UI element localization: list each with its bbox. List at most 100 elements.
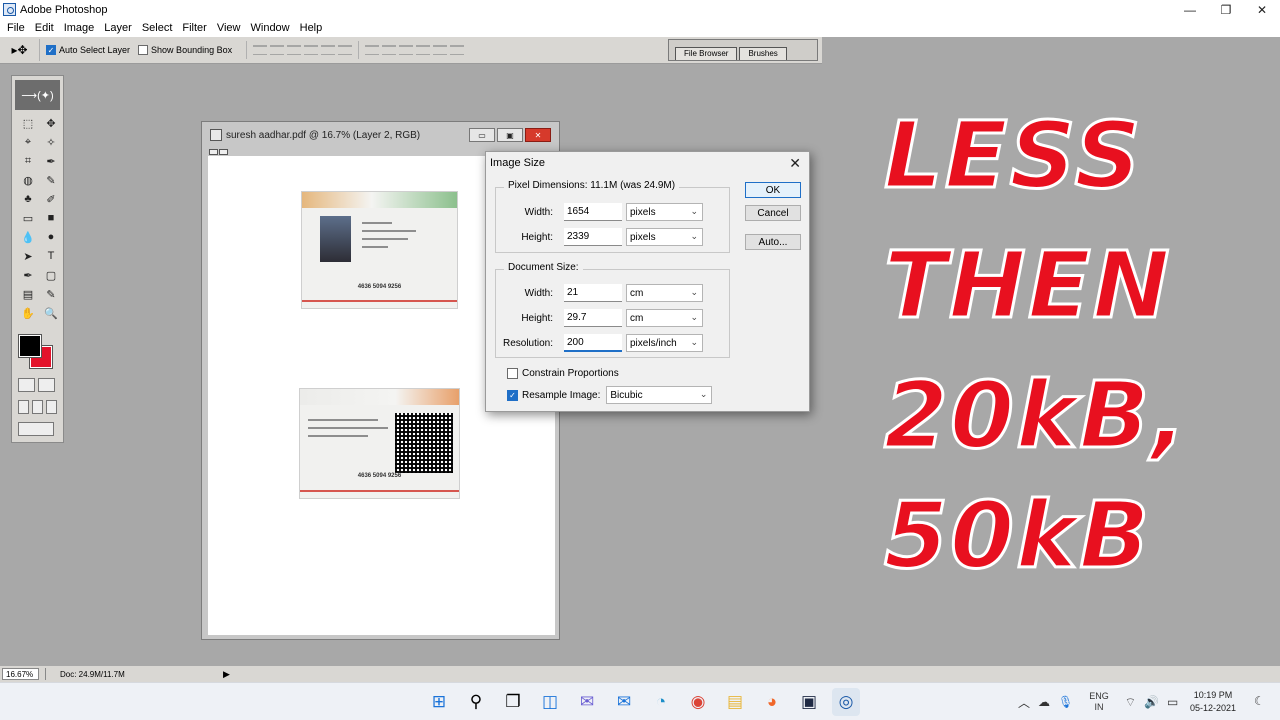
hand-tool-icon[interactable]: ✋ (18, 304, 38, 322)
task-view-icon[interactable]: ❐ (499, 688, 527, 716)
align-right-icon[interactable] (338, 45, 353, 55)
zoom-level-field[interactable]: 16.67% (2, 668, 39, 680)
chrome-icon[interactable]: ◉ (684, 688, 712, 716)
blur-tool-icon[interactable]: 💧 (18, 228, 38, 246)
onedrive-icon[interactable]: ☁ (1038, 695, 1050, 709)
tab-brushes[interactable]: Brushes (739, 47, 787, 60)
distribute-bottom-icon[interactable] (399, 45, 414, 55)
standard-mode-icon[interactable] (18, 378, 35, 392)
chat-icon[interactable]: ✉ (573, 688, 601, 716)
healing-brush-tool-icon[interactable]: ◍ (18, 171, 38, 189)
full-screen-menu-mode-icon[interactable] (32, 400, 43, 414)
clone-stamp-tool-icon[interactable]: ♣ (18, 190, 38, 208)
shape-tool-icon[interactable]: ▢ (41, 266, 61, 284)
auto-select-layer-checkbox[interactable]: ✓ Auto Select Layer (46, 45, 130, 55)
auto-button[interactable]: Auto... (745, 234, 801, 250)
battery-icon[interactable]: ▭ (1167, 695, 1178, 709)
menu-help[interactable]: Help (295, 22, 328, 34)
pixel-height-input[interactable] (564, 228, 622, 246)
distribute-left-icon[interactable] (416, 45, 431, 55)
path-selection-tool-icon[interactable]: ➤ (18, 247, 38, 265)
mail-icon[interactable]: ✉ (610, 688, 638, 716)
menu-file[interactable]: File (2, 22, 30, 34)
menu-layer[interactable]: Layer (99, 22, 137, 34)
search-icon[interactable]: ⚲ (462, 688, 490, 716)
quick-mask-mode-icon[interactable] (38, 378, 55, 392)
align-left-icon[interactable] (304, 45, 319, 55)
distribute-vcenter-icon[interactable] (382, 45, 397, 55)
pixel-width-unit-select[interactable]: pixels ⌄ (626, 203, 703, 221)
align-hcenter-icon[interactable] (321, 45, 336, 55)
close-icon[interactable]: ✕ (1244, 0, 1280, 19)
history-brush-tool-icon[interactable]: ✐ (41, 190, 61, 208)
full-screen-mode-icon[interactable] (46, 400, 57, 414)
lasso-tool-icon[interactable]: ⌖ (18, 133, 38, 151)
resolution-input[interactable] (564, 334, 622, 352)
move-tool-preset-icon[interactable]: ▸✥ (0, 39, 40, 61)
eraser-tool-icon[interactable]: ▭ (18, 209, 38, 227)
wifi-icon[interactable]: ⌔ (1125, 695, 1136, 710)
move-tool-icon[interactable]: ✥ (41, 114, 61, 132)
magic-wand-tool-icon[interactable]: ✧ (41, 133, 61, 151)
marquee-tool-icon[interactable]: ⬚ (18, 114, 38, 132)
doc-width-input[interactable] (564, 284, 622, 302)
distribute-top-icon[interactable] (365, 45, 380, 55)
doc-width-unit-select[interactable]: cm ⌄ (626, 284, 703, 302)
edge-icon[interactable]: ◔ (647, 688, 675, 716)
type-tool-icon[interactable]: T (41, 247, 61, 265)
document-close-icon[interactable]: ✕ (525, 128, 551, 142)
clock[interactable]: 10:19 PM 05-12-2021 (1190, 689, 1236, 715)
menu-window[interactable]: Window (246, 22, 295, 34)
constrain-proportions-checkbox[interactable]: Constrain Proportions (507, 368, 619, 379)
brush-tool-icon[interactable]: ✎ (41, 171, 61, 189)
document-minimize-icon[interactable]: ▭ (469, 128, 495, 142)
menu-filter[interactable]: Filter (177, 22, 211, 34)
status-menu-arrow-icon[interactable]: ▶ (223, 669, 230, 680)
show-bounding-box-checkbox[interactable]: Show Bounding Box (138, 45, 232, 55)
document-mode-icon-1[interactable] (209, 149, 218, 155)
pixel-height-unit-select[interactable]: pixels ⌄ (626, 228, 703, 246)
file-explorer-icon[interactable]: ▤ (721, 688, 749, 716)
slice-tool-icon[interactable]: ✒ (41, 152, 61, 170)
distribute-right-icon[interactable] (450, 45, 465, 55)
doc-height-unit-select[interactable]: cm ⌄ (626, 309, 703, 327)
standard-screen-mode-icon[interactable] (18, 400, 29, 414)
zoom-tool-icon[interactable]: 🔍 (41, 304, 61, 322)
terminal-icon[interactable]: ▣ (795, 688, 823, 716)
widgets-icon[interactable]: ◫ (536, 688, 564, 716)
menu-view[interactable]: View (212, 22, 246, 34)
dialog-close-icon[interactable]: ✕ (789, 155, 801, 172)
menu-image[interactable]: Image (59, 22, 100, 34)
document-mode-icon-2[interactable] (219, 149, 228, 155)
focus-assist-icon[interactable]: ☾ (1254, 694, 1265, 708)
align-top-icon[interactable] (253, 45, 268, 55)
document-title-bar[interactable]: suresh aadhar.pdf @ 16.7% (Layer 2, RGB)… (202, 122, 559, 148)
photoshop-icon[interactable]: ◎ (832, 688, 860, 716)
jump-to-imageready-icon[interactable] (18, 422, 54, 436)
dodge-tool-icon[interactable]: ● (41, 228, 61, 246)
toolbox-header-logo[interactable]: ⟶(✦) (15, 80, 60, 110)
resample-method-select[interactable]: Bicubic ⌄ (606, 386, 713, 404)
resample-checkbox[interactable]: ✓ (507, 389, 518, 401)
language-indicator[interactable]: ENG IN (1089, 691, 1109, 713)
pixel-width-input[interactable] (564, 203, 622, 221)
menu-edit[interactable]: Edit (30, 22, 59, 34)
notes-tool-icon[interactable]: ▤ (18, 285, 38, 303)
start-icon[interactable]: ⊞ (425, 688, 453, 716)
align-vcenter-icon[interactable] (270, 45, 285, 55)
microphone-icon[interactable]: 🎙 (1058, 695, 1073, 709)
cancel-button[interactable]: Cancel (745, 205, 801, 221)
volume-icon[interactable]: 🔊 (1144, 695, 1159, 709)
eyedropper-tool-icon[interactable]: ✎ (41, 285, 61, 303)
chevron-up-icon[interactable]: ︿ (1018, 694, 1030, 711)
restore-icon[interactable]: ❐ (1208, 0, 1244, 19)
ok-button[interactable]: OK (745, 182, 801, 198)
align-bottom-icon[interactable] (287, 45, 302, 55)
resolution-unit-select[interactable]: pixels/inch ⌄ (626, 334, 703, 352)
document-maximize-icon[interactable]: ▣ (497, 128, 523, 142)
pen-tool-icon[interactable]: ✒ (18, 266, 38, 284)
crop-tool-icon[interactable]: ⌗ (18, 152, 38, 170)
tab-file-browser[interactable]: File Browser (675, 47, 738, 60)
menu-select[interactable]: Select (137, 22, 178, 34)
firefox-icon[interactable]: ◕ (758, 688, 786, 716)
